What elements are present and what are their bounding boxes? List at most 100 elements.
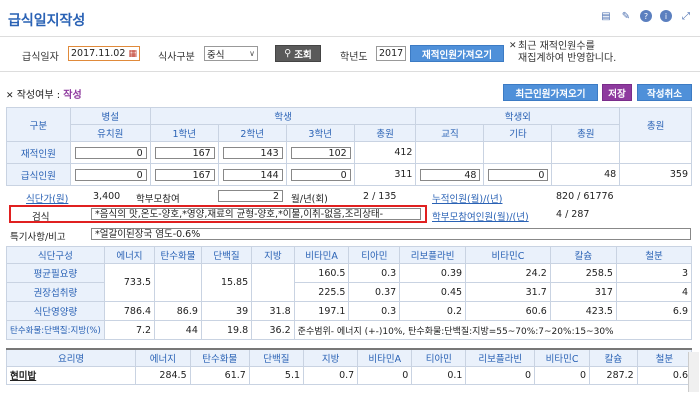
- month-year-label: 월/년(회): [291, 194, 328, 205]
- enrolled-g1-input[interactable]: 167: [154, 146, 215, 159]
- served-g2-input[interactable]: 144: [222, 168, 283, 181]
- column-header: 지방: [251, 246, 295, 264]
- cell: 0: [357, 365, 413, 385]
- expand-icon[interactable]: ⤢: [680, 10, 692, 22]
- cancel-write-button[interactable]: 작성취소: [637, 84, 692, 101]
- year-label: 학년도: [340, 52, 368, 63]
- cell: 39: [200, 301, 253, 321]
- column-header: 티아민: [411, 348, 467, 367]
- chevron-down-icon: ∨: [249, 49, 255, 58]
- cell: 197.1: [293, 301, 350, 321]
- help-icon[interactable]: ?: [640, 10, 652, 22]
- cell: 4: [615, 282, 693, 302]
- fetch-enrollment-button[interactable]: 재적인원가져오기: [410, 45, 504, 62]
- header-icons: ▤ ✎ ? i ⤢: [600, 10, 692, 22]
- cell: 19.8: [200, 320, 253, 340]
- cell: 0.39: [399, 263, 467, 283]
- cumulative-value: 820 / 61776: [556, 191, 614, 202]
- col-sub-total2: 총원: [551, 124, 621, 142]
- search-button[interactable]: ⚲ 조회: [275, 45, 321, 62]
- col-g1: 1학년: [149, 124, 219, 142]
- avg-protein: 15.85: [200, 263, 253, 302]
- row-label-served: 급식인원: [6, 163, 71, 186]
- cell: 5.1: [248, 365, 305, 385]
- enrolled-g3-input[interactable]: 102: [290, 146, 351, 159]
- cell: 0.3: [348, 263, 401, 283]
- search-button-label: 조회: [294, 49, 312, 61]
- cell: 31.7: [465, 282, 551, 302]
- cell: 44: [154, 320, 202, 340]
- cell: 0.7: [303, 365, 359, 385]
- served-kinder-input[interactable]: 0: [74, 168, 147, 181]
- col-sub-total: 총원: [353, 124, 417, 142]
- parent-cumulative-value: 4 / 287: [556, 209, 590, 220]
- column-header: 비타민A: [293, 246, 350, 264]
- enrolled-kinder-input[interactable]: 0: [74, 146, 147, 159]
- served-g1-input[interactable]: 167: [154, 168, 215, 181]
- column-header: 단백질: [200, 246, 253, 264]
- remarks-label: 특기사항/비고: [10, 232, 66, 243]
- cell: 0.37: [348, 282, 401, 302]
- table-row[interactable]: 현미밥 284.5 61.7 5.1 0.7 0 0.1 0 0 287.2 0…: [5, 365, 693, 385]
- column-header: 비타민C: [534, 348, 591, 367]
- date-input[interactable]: 2017.11.02 ▦: [68, 46, 140, 61]
- parent-input[interactable]: 2: [218, 190, 283, 202]
- dish-name[interactable]: 현미밥: [5, 365, 137, 385]
- column-header: 단백질: [248, 348, 305, 367]
- col-byeol: 병설: [69, 107, 151, 125]
- remarks-input[interactable]: *얼갈이된장국 염도-0.6%: [91, 228, 691, 240]
- scrollbar[interactable]: [688, 352, 699, 392]
- table-row: 급식인원 0 167 144 0 311 48 0 48 359: [6, 163, 692, 186]
- page-title: 급식일지작성: [8, 13, 86, 29]
- column-header: 리보플라빈: [399, 246, 467, 264]
- cell: 0.1: [411, 365, 467, 385]
- parent-cumulative-link[interactable]: 학부모참여인원(월)/(년): [432, 209, 529, 223]
- column-header: 식단구성: [6, 246, 105, 264]
- column-header: 칼슘: [589, 348, 638, 367]
- served-grand-total: 359: [619, 163, 692, 186]
- served-staff-input[interactable]: 48: [420, 168, 481, 181]
- row-label: 평균필요량: [6, 263, 105, 283]
- cell: 317: [549, 282, 617, 302]
- unitprice-link[interactable]: 식단가(원): [26, 191, 68, 205]
- cell: 24.2: [465, 263, 551, 283]
- cell: 7.2: [103, 320, 156, 340]
- served-total: 311: [353, 163, 417, 186]
- edit-icon[interactable]: ✎: [620, 10, 632, 22]
- enrolled-g2-input[interactable]: 143: [222, 146, 283, 159]
- col-student: 학생: [149, 107, 417, 125]
- recent-people-button[interactable]: 최근인원가져오기: [503, 84, 598, 101]
- inspect-input[interactable]: *음식의 맛,온도-양호,*영양,재료의 균형-양호,*이물,이취-없음,조리상…: [91, 208, 421, 220]
- column-header: 탄수화물: [154, 246, 202, 264]
- cell: 0.6: [636, 365, 693, 385]
- col-kinder: 유치원: [69, 124, 151, 142]
- table-row: 식단영양량 786.4 86.9 39 31.8 197.1 0.3 0.2 6…: [6, 301, 693, 321]
- ratio-note: 준수범위- 에너지 (+-)10%, 탄수화물:단백질:지방=55~70%:7~…: [293, 320, 693, 340]
- cumulative-link[interactable]: 누적인원(월)/(년): [432, 191, 502, 205]
- row-label: 권장섭취량: [6, 282, 105, 302]
- cell: 423.5: [549, 301, 617, 321]
- served-g3-input[interactable]: 0: [290, 168, 351, 181]
- save-button[interactable]: 저장: [602, 84, 632, 101]
- meal-select[interactable]: 중식 ∨: [204, 46, 258, 61]
- parent-label: 학부모참여: [136, 194, 180, 205]
- col-gubun: 구분: [6, 107, 71, 142]
- status-label: 작성여부 :: [16, 90, 61, 101]
- col-total: 총원: [619, 107, 692, 142]
- fetch-note: 최근 재적인원수를 재집계하여 반영합니다.: [518, 41, 617, 64]
- cell: 0.3: [348, 301, 401, 321]
- calendar-icon[interactable]: ▦: [128, 49, 137, 59]
- cell: 36.2: [251, 320, 295, 340]
- year-input[interactable]: 2017: [376, 46, 406, 61]
- meal-label: 식사구분: [158, 52, 195, 63]
- nutrition-table: 식단구성 에너지 탄수화물 단백질 지방 비타민A 티아민 리보플라빈 비타민C 칼슘 철분 평균필…: [6, 246, 693, 340]
- info-icon[interactable]: i: [660, 10, 672, 22]
- column-header: 철분: [615, 246, 693, 264]
- served-etc-input[interactable]: 0: [488, 168, 549, 181]
- list-icon[interactable]: ▤: [600, 10, 612, 22]
- filter-bar: 급식일자 2017.11.02 ▦ 식사구분 중식 ∨ ⚲ 조회 학년도 201…: [0, 36, 700, 72]
- cell: 0.45: [399, 282, 467, 302]
- cell: 160.5: [293, 263, 350, 283]
- unitprice-value: 3,400: [93, 191, 121, 202]
- inspect-label: 검식: [32, 212, 50, 223]
